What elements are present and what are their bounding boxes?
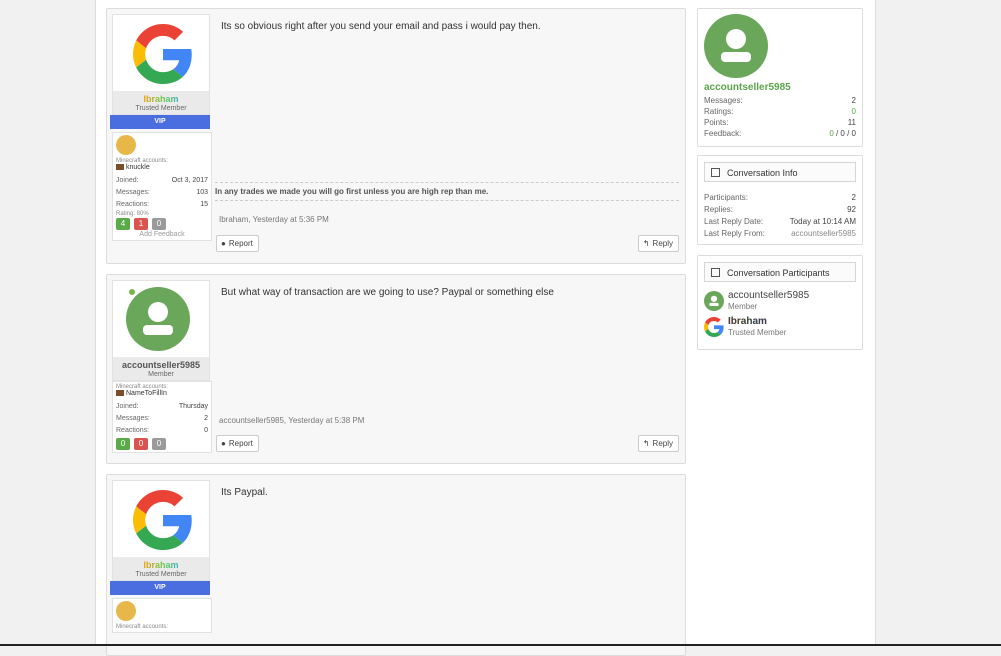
mc-label: Minecraft accounts:: [116, 624, 169, 630]
mc-name: knuckle: [126, 164, 150, 171]
participant-name[interactable]: Ibraham: [728, 316, 767, 327]
avatar[interactable]: [112, 480, 210, 557]
sidebar-profile: accountseller5985 Messages: 2 Ratings: 0 P…: [697, 8, 863, 147]
last-reply-user-link[interactable]: accountseller5985: [791, 228, 856, 240]
message-post: Ibraham Trusted Member VIP Minecraft acc…: [106, 474, 686, 656]
avatar[interactable]: [112, 14, 210, 91]
report-button[interactable]: ● Report: [216, 235, 259, 252]
feedback-ratings: 0 0 0: [116, 438, 208, 450]
google-logo-icon: [133, 24, 192, 84]
username[interactable]: Ibraham: [113, 560, 209, 570]
online-indicator-icon: [128, 288, 136, 296]
reply-button[interactable]: ↰ Reply: [637, 435, 679, 452]
message-user-info: accountseller5985 Member Minecraft accou…: [112, 280, 212, 453]
mc-name: NameToFillIn: [126, 390, 167, 397]
positive-rating[interactable]: 0: [116, 438, 130, 450]
message-meta[interactable]: Ibraham, Yesterday at 5:36 PM: [219, 215, 329, 224]
panel-toggle-icon: [711, 168, 720, 177]
message-text: But what way of transaction are we going…: [221, 287, 554, 298]
participants-list: accountseller5985 Member Ibraham Trusted…: [704, 290, 856, 342]
message-text: Its so obvious right after you send your…: [221, 21, 541, 32]
report-button[interactable]: ● Report: [216, 435, 259, 452]
vip-banner: VIP: [110, 581, 210, 595]
user-title: Member: [148, 371, 174, 378]
signature-quote: In any trades we made you will go first …: [215, 182, 679, 201]
message-text: Its Paypal.: [221, 487, 268, 498]
vip-banner: VIP: [110, 115, 210, 129]
participant-role: Trusted Member: [728, 328, 787, 337]
default-avatar-icon: [126, 287, 190, 351]
reply-arrow-icon: ↰: [642, 239, 650, 248]
conversation-participants-panel: Conversation Participants accountseller5…: [697, 255, 863, 350]
minecraft-head-icon: [116, 390, 124, 397]
profile-username[interactable]: accountseller5985: [704, 82, 791, 93]
nameplate: accountseller5985 Member: [112, 357, 210, 381]
add-feedback-link[interactable]: Add Feedback: [116, 231, 208, 238]
neutral-rating[interactable]: 0: [152, 438, 166, 450]
message-post: Ibraham Trusted Member VIP Minecraft acc…: [106, 8, 686, 264]
participant-name[interactable]: accountseller5985: [728, 290, 809, 301]
rating-label: Rating: 80%: [116, 211, 149, 217]
username[interactable]: accountseller5985: [113, 360, 209, 370]
info-circle-icon: ●: [221, 239, 226, 248]
panel-toggle-icon: [711, 268, 720, 277]
nameplate: Ibraham Trusted Member: [112, 91, 210, 115]
neutral-rating[interactable]: 0: [152, 218, 166, 230]
message-meta[interactable]: accountseller5985, Yesterday at 5:38 PM: [219, 416, 364, 425]
default-avatar-icon[interactable]: [704, 14, 768, 78]
google-logo-icon: [133, 490, 192, 550]
positive-rating[interactable]: 4: [116, 218, 130, 230]
username[interactable]: Ibraham: [113, 94, 209, 104]
participant-item[interactable]: Ibraham Trusted Member: [704, 316, 856, 342]
message-post: accountseller5985 Member Minecraft accou…: [106, 274, 686, 464]
message-user-info: Ibraham Trusted Member VIP Minecraft acc…: [110, 14, 212, 241]
user-extra: Minecraft accounts:: [112, 598, 212, 633]
user-title: Trusted Member: [135, 105, 187, 112]
conversation-info-rows: Participants: 2 Replies: 92 Last Reply Dat…: [704, 193, 856, 240]
messages-stat: Messages: 103: [116, 189, 208, 196]
participants-header[interactable]: Conversation Participants: [704, 262, 856, 282]
joined-stat: Joined: Oct 3, 2017: [116, 177, 208, 184]
profile-stats: Messages: 2 Ratings: 0 Points: 11 Feedback:…: [704, 96, 856, 138]
conversation-info-header[interactable]: Conversation Info: [704, 162, 856, 182]
google-logo-icon: [704, 317, 724, 337]
negative-rating[interactable]: 0: [134, 438, 148, 450]
user-extra: Minecraft accounts: knuckle Joined: Oct 3…: [112, 132, 212, 241]
trophy-badge-icon: [116, 135, 136, 155]
default-avatar-icon: [704, 291, 724, 311]
reply-arrow-icon: ↰: [642, 439, 650, 448]
minecraft-head-icon: [116, 164, 124, 171]
reactions-stat: Reactions: 15: [116, 201, 208, 208]
reactions-stat: Reactions: 0: [116, 427, 208, 434]
avatar[interactable]: [112, 280, 210, 357]
participant-role: Member: [728, 302, 758, 311]
info-circle-icon: ●: [221, 439, 226, 448]
conversation-info-panel: Conversation Info Participants: 2 Replies…: [697, 155, 863, 245]
message-user-info: Ibraham Trusted Member VIP Minecraft acc…: [110, 480, 212, 633]
joined-stat: Joined: Thursday: [116, 403, 208, 410]
messages-stat: Messages: 2: [116, 415, 208, 422]
user-title: Trusted Member: [135, 571, 187, 578]
feedback-ratings: 4 1 0: [116, 218, 208, 230]
negative-rating[interactable]: 1: [134, 218, 148, 230]
nameplate: Ibraham Trusted Member: [112, 557, 210, 581]
user-extra: Minecraft accounts: NameToFillIn Joined:…: [112, 381, 212, 453]
participant-item[interactable]: accountseller5985 Member: [704, 290, 856, 316]
reply-button[interactable]: ↰ Reply: [637, 235, 679, 252]
trophy-badge-icon: [116, 601, 136, 621]
